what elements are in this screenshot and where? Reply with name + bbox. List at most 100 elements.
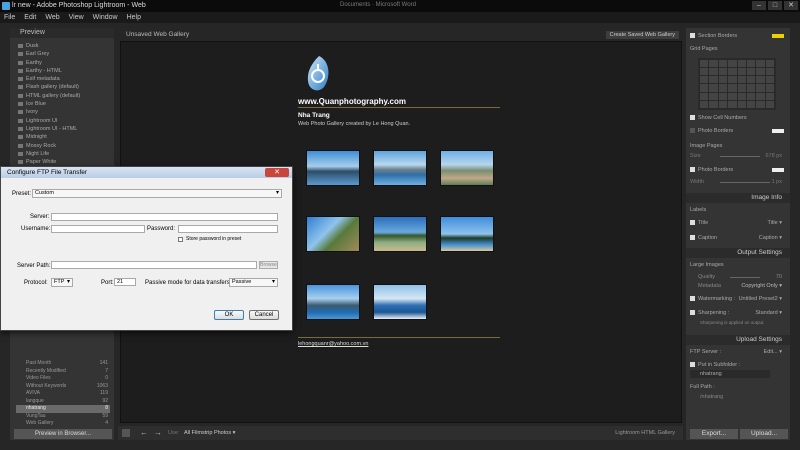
template-item[interactable]: Exif metadata	[16, 75, 110, 83]
username-input[interactable]	[51, 225, 145, 233]
watermarking-row[interactable]: Watermarking : Untitled Preset2 ▾	[690, 295, 786, 303]
template-item[interactable]: Earthy - HTML	[16, 67, 110, 75]
port-input[interactable]: 21	[114, 278, 136, 286]
checkbox[interactable]	[690, 310, 695, 316]
upload-settings-section[interactable]: Upload Settings	[686, 335, 790, 345]
collection-item-selected[interactable]: nhatrang 8	[16, 405, 110, 413]
template-item[interactable]: HTML gallery (default)	[16, 92, 110, 100]
collection-item[interactable]: Without Keywords 1063	[16, 383, 110, 391]
arrow-left-icon[interactable]: ←	[140, 428, 148, 437]
password-input[interactable]	[178, 225, 278, 233]
create-saved-gallery-button[interactable]: Create Saved Web Gallery	[605, 31, 679, 39]
gallery-title: Nha Trang	[298, 112, 330, 119]
preview-header[interactable]: Preview	[10, 28, 114, 38]
photo-borders-row[interactable]: Photo Borders	[690, 127, 786, 135]
photo-thumbnail[interactable]	[373, 216, 427, 252]
filmstrip-source-dropdown[interactable]: All Filmstrip Photos ▾	[184, 430, 235, 436]
checkbox[interactable]	[690, 362, 695, 368]
photo-thumbnail[interactable]	[306, 150, 360, 186]
menu-edit[interactable]: Edit	[24, 12, 36, 23]
photo-thumbnail[interactable]	[373, 150, 427, 186]
checkbox[interactable]	[690, 167, 695, 173]
watermark-dropdown[interactable]: Untitled Preset2 ▾	[739, 295, 782, 303]
passive-mode-dropdown[interactable]: Passive	[229, 278, 278, 287]
menu-web[interactable]: Web	[45, 12, 59, 23]
size-slider[interactable]	[720, 156, 760, 157]
collection-item[interactable]: Web Gallery 4	[16, 420, 110, 428]
menu-window[interactable]: Window	[93, 12, 118, 23]
checkbox[interactable]	[690, 220, 695, 226]
photo-borders-image-row[interactable]: Photo Borders	[690, 166, 786, 174]
collection-item[interactable]: Recently Modified 7	[16, 368, 110, 376]
template-item[interactable]: Mossy Rock	[16, 142, 110, 150]
menu-file[interactable]: File	[4, 12, 15, 23]
subfolder-row[interactable]: Put in Subfolder :	[690, 361, 786, 369]
width-slider[interactable]	[720, 182, 770, 183]
photo-thumbnail[interactable]	[373, 284, 427, 320]
template-item[interactable]: Flash gallery (default)	[16, 83, 110, 91]
preview-in-browser-button[interactable]: Preview in Browser...	[14, 429, 112, 439]
contact-email-link[interactable]: lehongquanr@yahoo.com.vn	[298, 341, 368, 347]
arrow-right-icon[interactable]: →	[154, 428, 162, 437]
collection-item[interactable]: VungTau 59	[16, 413, 110, 421]
close-icon[interactable]: ✕	[265, 168, 289, 177]
title-dropdown[interactable]: Title ▾	[768, 219, 782, 227]
caption-dropdown[interactable]: Caption ▾	[759, 234, 782, 242]
grid-layout-selector[interactable]	[698, 58, 776, 110]
server-input[interactable]	[51, 213, 278, 221]
checkbox[interactable]	[690, 128, 695, 134]
preset-dropdown[interactable]: Custom	[32, 189, 282, 198]
photo-thumbnail[interactable]	[440, 150, 494, 186]
template-item[interactable]: Dusk	[16, 42, 110, 50]
section-border-color-swatch[interactable]	[772, 34, 784, 38]
show-cell-numbers-row[interactable]: Show Cell Numbers	[690, 114, 786, 122]
section-borders-row[interactable]: Section Borders	[690, 32, 786, 40]
menu-help[interactable]: Help	[127, 12, 141, 23]
template-item[interactable]: Lightroom UI - HTML	[16, 125, 110, 133]
template-item[interactable]: Night Life	[16, 150, 110, 158]
collection-item[interactable]: AVIVA 119	[16, 390, 110, 398]
template-item[interactable]: Earthy	[16, 59, 110, 67]
output-settings-section[interactable]: Output Settings	[686, 248, 790, 258]
template-item[interactable]: Midnight	[16, 133, 110, 141]
protocol-dropdown[interactable]: FTP	[51, 278, 73, 287]
ok-button[interactable]: OK	[214, 310, 244, 320]
checkbox[interactable]	[690, 235, 695, 241]
image-border-color-swatch[interactable]	[772, 168, 784, 172]
subfolder-input[interactable]: nhatrang	[690, 370, 770, 378]
template-item[interactable]: Lightroom UI	[16, 117, 110, 125]
template-item[interactable]: Ivory	[16, 108, 110, 116]
photo-thumbnail[interactable]	[306, 284, 360, 320]
quality-slider[interactable]	[730, 277, 760, 278]
menu-view[interactable]: View	[69, 12, 84, 23]
collection-item[interactable]: langque 92	[16, 398, 110, 406]
grid-view-icon[interactable]	[122, 429, 130, 437]
close-window-button[interactable]: ✕	[784, 1, 798, 10]
photo-thumbnail[interactable]	[306, 216, 360, 252]
metadata-dropdown[interactable]: Copyright Only ▾	[741, 282, 782, 290]
template-item[interactable]: Earl Grey	[16, 50, 110, 58]
server-path-input[interactable]	[51, 261, 257, 269]
checkbox[interactable]	[690, 115, 695, 121]
image-info-section[interactable]: Image Info	[686, 193, 790, 203]
cancel-button[interactable]: Cancel	[249, 310, 279, 320]
title-row[interactable]: Title Title ▾	[690, 219, 786, 227]
caption-row[interactable]: Caption Caption ▾	[690, 234, 786, 242]
checkbox[interactable]	[690, 33, 695, 39]
collection-name: Web Gallery	[26, 420, 54, 426]
upload-button[interactable]: Upload...	[740, 429, 788, 439]
ftp-server-dropdown[interactable]: Edit... ▾	[764, 348, 782, 356]
minimize-button[interactable]: –	[752, 1, 766, 10]
browse-button[interactable]: Browse	[259, 261, 278, 269]
checkbox[interactable]	[690, 296, 695, 302]
collection-item[interactable]: Past Month 141	[16, 360, 110, 368]
photo-thumbnail[interactable]	[440, 216, 494, 252]
sharpening-dropdown[interactable]: Standard ▾	[755, 309, 782, 317]
export-button[interactable]: Export...	[690, 429, 738, 439]
template-item[interactable]: Ice Blue	[16, 100, 110, 108]
maximize-button[interactable]: □	[768, 1, 782, 10]
collection-item[interactable]: Video Files 0	[16, 375, 110, 383]
sharpening-row[interactable]: Sharpening : Standard ▾	[690, 309, 786, 317]
photo-border-color-swatch[interactable]	[772, 129, 784, 133]
store-password-checkbox[interactable]	[178, 237, 183, 242]
